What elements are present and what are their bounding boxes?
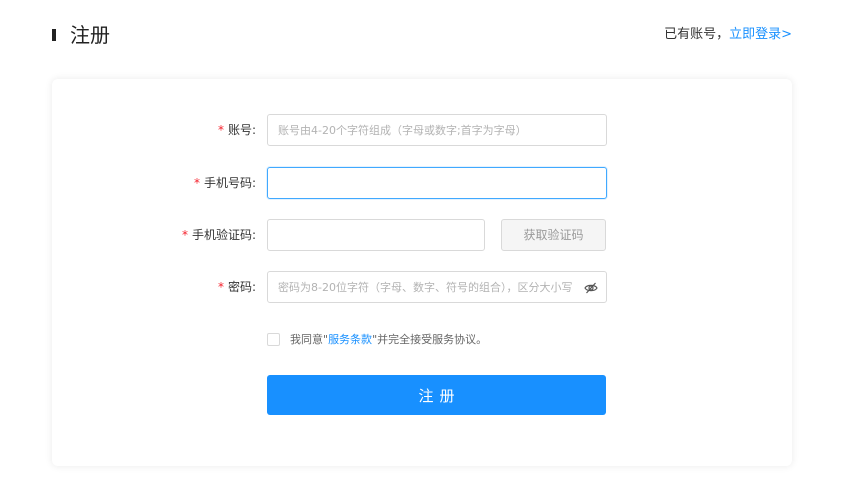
sms-code-label: * 手机验证码: bbox=[182, 219, 256, 251]
eye-slash-icon-graphic bbox=[584, 282, 598, 294]
eye-slash-icon[interactable] bbox=[584, 280, 598, 294]
get-code-button[interactable]: 获取验证码 bbox=[501, 219, 606, 251]
login-link[interactable]: 立即登录> bbox=[729, 27, 792, 42]
agreement-suffix: "并完全接受服务协议。 bbox=[372, 333, 488, 346]
agreement-text: 我同意"服务条款"并完全接受服务协议。 bbox=[290, 333, 487, 347]
register-button[interactable]: 注册 bbox=[267, 375, 606, 415]
account-input[interactable] bbox=[267, 114, 607, 146]
account-label: * 账号: bbox=[218, 114, 256, 146]
required-mark: * bbox=[181, 228, 188, 242]
agree-checkbox[interactable] bbox=[267, 333, 280, 346]
register-card: *账号: *手机号码: *手机验证码: 获取验证码 *密码: 我同意"服务条款"… bbox=[52, 79, 792, 466]
page-header: 注册 已有账号，立即登录> bbox=[52, 20, 792, 50]
terms-link[interactable]: 服务条款 bbox=[328, 333, 372, 346]
phone-label: * 手机号码: bbox=[194, 167, 256, 199]
account-label-text: 账号: bbox=[227, 123, 256, 137]
sms-code-input[interactable] bbox=[267, 219, 485, 251]
login-hint: 已有账号，立即登录> bbox=[664, 26, 792, 44]
phone-label-text: 手机号码: bbox=[203, 176, 256, 190]
page-title: 注册 bbox=[70, 23, 110, 47]
password-label: * 密码: bbox=[218, 271, 256, 303]
phone-row: * 手机号码: bbox=[52, 167, 792, 199]
account-row: * 账号: bbox=[52, 114, 792, 146]
sms-code-label-text: 手机验证码: bbox=[191, 228, 256, 242]
login-prompt-text: 已有账号， bbox=[664, 27, 730, 42]
agreement-prefix: 我同意" bbox=[290, 333, 329, 346]
title-accent-bar bbox=[52, 29, 56, 41]
sms-code-row: * 手机验证码: 获取验证码 bbox=[52, 219, 792, 251]
required-mark: * bbox=[217, 280, 224, 294]
password-label-text: 密码: bbox=[227, 280, 256, 294]
phone-input[interactable] bbox=[267, 167, 607, 199]
password-row: * 密码: bbox=[52, 271, 792, 303]
required-mark: * bbox=[217, 123, 224, 137]
password-input[interactable] bbox=[267, 271, 607, 303]
required-mark: * bbox=[193, 176, 200, 190]
